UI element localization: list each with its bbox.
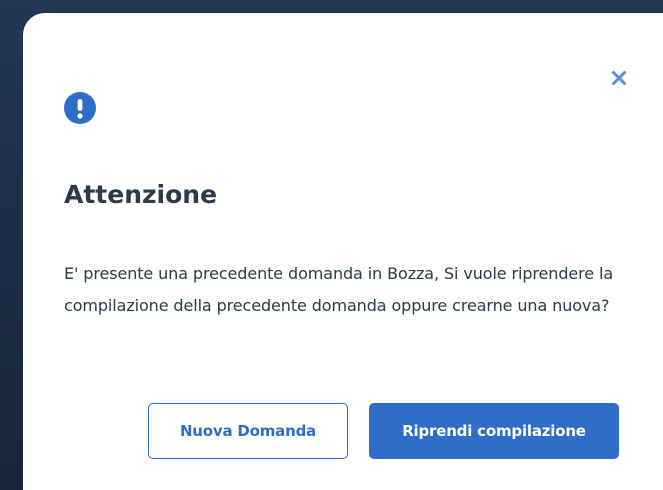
resume-compilation-button[interactable]: Riprendi compilazione [369,403,619,459]
close-button[interactable] [605,64,633,92]
dialog-title: Attenzione [64,180,218,209]
dialog-message: E' presente una precedente domanda in Bo… [64,264,614,315]
new-application-button[interactable]: Nuova Domanda [148,403,348,459]
exclamation-circle-icon [64,92,96,124]
alert-dialog: Attenzione E' presente una precedente do… [23,13,663,490]
close-icon [612,71,626,85]
